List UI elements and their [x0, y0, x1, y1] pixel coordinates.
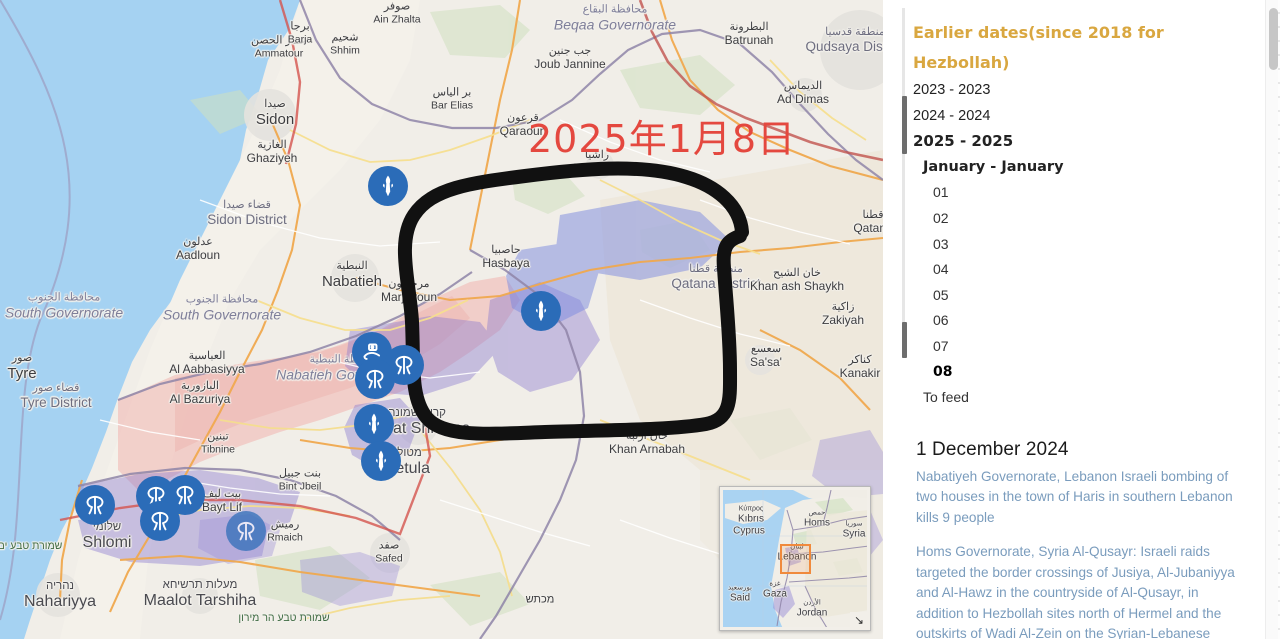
date-progress-tick-day — [902, 322, 907, 358]
map-marker[interactable] — [368, 166, 408, 206]
explosion-icon — [148, 509, 172, 533]
date-day-row[interactable]: 03 — [883, 232, 1266, 258]
date-day-row[interactable]: 02 — [883, 206, 1266, 232]
map-marker[interactable] — [226, 511, 266, 551]
date-day-row[interactable]: 05 — [883, 283, 1266, 309]
minimap-canvas[interactable]: Κύπρος Kıbrıs Cyprus حمص Homs سوريا Syria لبنان… — [723, 490, 867, 627]
map-canvas[interactable]: صيدا Sidon الغازية Ghaziyeh قضاء صيدا Sidon D… — [0, 0, 883, 639]
sidebar-scroll-area[interactable]: Earlier dates(since 2018 for Hezbollah) … — [883, 0, 1266, 639]
explosion-icon — [83, 493, 107, 517]
feed-item[interactable]: Homs Governorate, Syria Al-Qusayr: Israe… — [916, 542, 1246, 639]
map-marker[interactable] — [354, 404, 394, 444]
bomb-icon — [529, 299, 553, 323]
date-year-row[interactable]: 2023 - 2023 — [883, 78, 1266, 104]
feed-item[interactable]: Nabatiyeh Governorate, Lebanon Israeli b… — [916, 467, 1246, 529]
map-marker[interactable] — [521, 291, 561, 331]
date-year-row[interactable]: 2024 - 2024 — [883, 104, 1266, 130]
map-marker[interactable] — [355, 359, 395, 399]
minimap-inset[interactable]: Κύπρος Kıbrıs Cyprus حمص Homs سوريا Syria لبنان… — [719, 486, 871, 631]
to-feed-link[interactable]: To feed — [883, 385, 1266, 411]
date-year-row-selected[interactable]: 2025 - 2025 — [883, 129, 1266, 155]
bomb-icon — [369, 449, 393, 473]
date-day-row[interactable]: 06 — [883, 308, 1266, 334]
date-month-row[interactable]: January - January — [883, 155, 1266, 181]
explosion-icon — [234, 519, 258, 543]
date-day-row[interactable]: 04 — [883, 257, 1266, 283]
map-marker[interactable] — [75, 485, 115, 525]
date-list[interactable]: 2023 - 2023 2024 - 2024 2025 - 2025 January… — [883, 78, 1266, 411]
date-day-row[interactable]: 01 — [883, 180, 1266, 206]
explosion-icon — [392, 353, 416, 377]
feed-date-heading: 1 December 2024 — [916, 438, 1069, 460]
date-progress-rail — [902, 8, 905, 358]
earlier-dates-title: Earlier dates(since 2018 for Hezbollah) — [913, 23, 1164, 72]
bomb-icon — [376, 174, 400, 198]
page-scrollbar-thumb[interactable] — [1269, 8, 1278, 70]
sidebar-panel[interactable]: Earlier dates(since 2018 for Hezbollah) … — [883, 0, 1280, 639]
minimap-resize-handle[interactable]: ↘ — [850, 612, 868, 628]
date-day-row-selected[interactable]: 08 — [883, 360, 1266, 386]
date-day-row[interactable]: 07 — [883, 334, 1266, 360]
map-marker[interactable] — [140, 501, 180, 541]
explosion-icon — [363, 367, 387, 391]
date-overlay-text: 2025年1月8日 — [528, 117, 797, 161]
bomb-icon — [362, 412, 386, 436]
minimap-viewport-rect[interactable] — [780, 544, 811, 574]
news-feed: 1 December 2024 Nabatiyeh Governorate, L… — [883, 439, 1266, 639]
map-marker[interactable] — [361, 441, 401, 481]
date-progress-tick-year — [902, 96, 907, 154]
explosion-icon — [173, 483, 197, 507]
